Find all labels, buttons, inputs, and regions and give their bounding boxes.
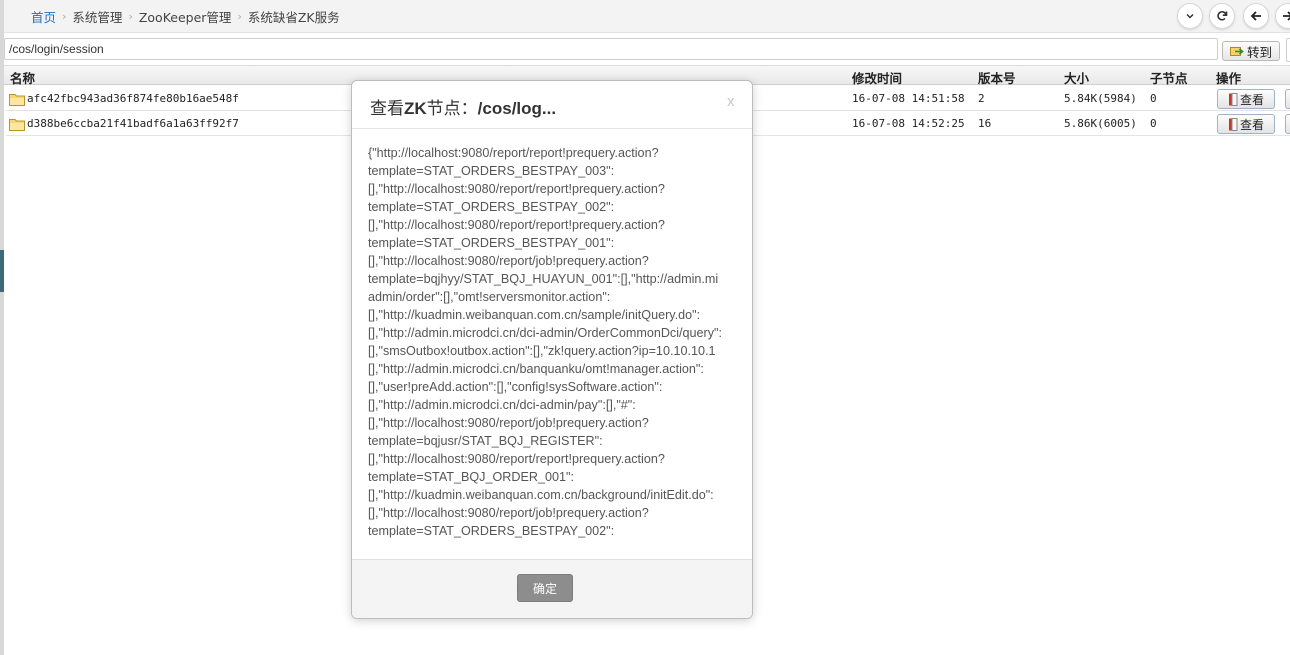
path-input[interactable]: /cos/login/session: [4, 38, 1218, 60]
header-actions: 操作: [1216, 71, 1242, 86]
header-size: 大小: [1064, 71, 1090, 86]
refresh-icon: [1217, 11, 1228, 21]
dialog-content-line: template=STAT_ORDERS_BESTPAY_003":: [368, 164, 615, 178]
row-version: 2: [978, 92, 985, 105]
row-name: afc42fbc943ad36f874fe80b16ae548f: [27, 92, 239, 105]
dialog-title-path: /cos/log...: [477, 99, 557, 118]
dialog-content-line: [],"http://localhost:9080/report/job!pre…: [368, 416, 649, 430]
header-children: 子节点: [1150, 71, 1188, 86]
back-button[interactable]: [1243, 3, 1269, 29]
breadcrumb-separator-icon: ›: [237, 10, 242, 23]
header-name: 名称: [10, 71, 36, 86]
row-modified: 16-07-08 14:51:58: [852, 92, 965, 105]
folder-icon: [9, 119, 25, 131]
dialog-content-line: template=STAT_ORDERS_BESTPAY_002":: [368, 200, 615, 214]
breadcrumb-system-management[interactable]: 系统管理: [72, 7, 122, 26]
dialog-title-zk: ZK: [404, 99, 427, 118]
extra-control-edge: [1286, 38, 1290, 62]
dialog-content-line: admin/order":[],"omt!serversmonitor.acti…: [368, 290, 611, 304]
dialog-content-line: [],"http://admin.microdci.cn/banquanku/o…: [368, 362, 704, 376]
dialog-content-line: template=STAT_ORDERS_BESTPAY_001":: [368, 236, 615, 250]
close-icon[interactable]: x: [727, 93, 735, 110]
left-edge-strip: [0, 0, 4, 655]
breadcrumb-separator-icon: ›: [128, 10, 133, 23]
header-version: 版本号: [978, 71, 1016, 86]
dialog-content-line: [],"http://admin.microdci.cn/dci-admin/O…: [368, 326, 722, 340]
arrow-right-icon: [1283, 11, 1290, 21]
dialog-title-mid: 节点：: [426, 99, 478, 119]
forward-button[interactable]: [1275, 3, 1290, 29]
dialog-content-line: [],"http://localhost:9080/report/job!pre…: [368, 506, 649, 520]
dialog-content-line: [],"http://localhost:9080/report/job!pre…: [368, 254, 649, 268]
dialog-content: {"http://localhost:9080/report/report!pr…: [368, 144, 738, 544]
row-children: 0: [1150, 92, 1157, 105]
more-action-button[interactable]: [1285, 89, 1290, 109]
view-button[interactable]: 查看: [1217, 89, 1275, 109]
row-name: d388be6ccba21f41badf6a1a63ff92f7: [27, 117, 239, 130]
dialog-content-line: [],"http://localhost:9080/report/report!…: [368, 182, 665, 196]
zk-node-dialog: 查看ZK节点：/cos/log... x {"http://localhost:…: [351, 80, 753, 619]
row-children: 0: [1150, 117, 1157, 130]
ok-button[interactable]: 确定: [517, 574, 573, 602]
view-button-label: 查看: [1239, 92, 1264, 107]
dropdown-button[interactable]: [1177, 3, 1203, 29]
dialog-content-line: [],"user!preAdd.action":[],"config!sysSo…: [368, 380, 663, 394]
goto-button[interactable]: 转到: [1222, 41, 1280, 61]
top-bar: 首页 › 系统管理 › ZooKeeper管理 › 系统缺省ZK服务: [4, 0, 1290, 33]
breadcrumb-home[interactable]: 首页: [31, 7, 56, 26]
row-size: 5.86K(6005): [1064, 117, 1137, 130]
dialog-content-line: [],"http://kuadmin.weibanquan.com.cn/bac…: [368, 488, 714, 502]
more-action-button[interactable]: [1285, 114, 1290, 134]
dialog-content-line: template=STAT_ORDERS_BESTPAY_002":: [368, 524, 615, 538]
dialog-content-line: [],"http://localhost:9080/report/report!…: [368, 452, 665, 466]
row-version: 16: [978, 117, 992, 130]
document-icon: [1228, 117, 1238, 131]
dialog-title-prefix: 查看: [370, 99, 404, 119]
view-button-label: 查看: [1239, 117, 1264, 132]
dialog-content-line: template=bqjhyy/STAT_BQJ_HUAYUN_001":[],…: [368, 272, 719, 286]
dialog-content-line: [],"http://admin.microdci.cn/dci-admin/p…: [368, 398, 636, 412]
dialog-footer: 确定: [352, 559, 752, 618]
goto-button-label: 转到: [1246, 44, 1272, 60]
refresh-button[interactable]: [1209, 3, 1235, 29]
document-icon: [1228, 92, 1238, 106]
goto-arrow-icon: [1229, 47, 1244, 56]
breadcrumb-default-zk-service: 系统缺省ZK服务: [247, 10, 340, 25]
folder-icon: [9, 94, 25, 106]
breadcrumb-zookeeper-management[interactable]: ZooKeeper管理: [139, 7, 232, 26]
dialog-title: 查看ZK节点：/cos/log...: [370, 94, 556, 119]
row-modified: 16-07-08 14:52:25: [852, 117, 965, 130]
dialog-content-line: [],"http://localhost:9080/report/report!…: [368, 218, 665, 232]
left-edge-accent: [0, 250, 4, 292]
dialog-content-line: template=STAT_BQJ_ORDER_001":: [368, 470, 574, 484]
dialog-header: 查看ZK节点：/cos/log... x: [352, 81, 752, 129]
arrow-left-icon: [1250, 11, 1261, 21]
view-button[interactable]: 查看: [1217, 114, 1275, 134]
breadcrumb-separator-icon: ›: [62, 10, 67, 23]
dialog-content-line: template=bqjusr/STAT_BQJ_REGISTER":: [368, 434, 603, 448]
breadcrumb: 首页 › 系统管理 › ZooKeeper管理 › 系统缺省ZK服务: [31, 7, 340, 26]
row-size: 5.84K(5984): [1064, 92, 1137, 105]
dialog-content-line: [],"smsOutbox!outbox.action":[],"zk!quer…: [368, 344, 716, 358]
dialog-content-line: {"http://localhost:9080/report/report!pr…: [368, 146, 659, 160]
header-modified: 修改时间: [852, 71, 903, 86]
chevron-down-icon: [1186, 13, 1194, 19]
dialog-content-line: [],"http://kuadmin.weibanquan.com.cn/sam…: [368, 308, 701, 322]
